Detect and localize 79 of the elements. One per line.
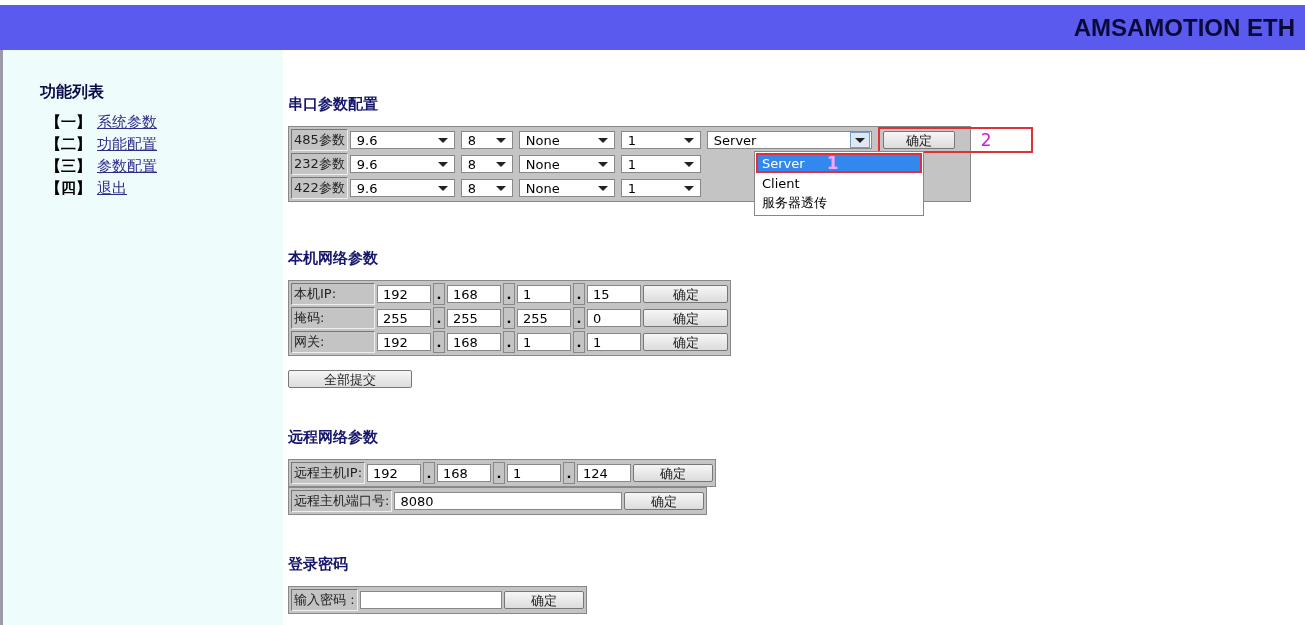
octet-field[interactable]: 0 [587,309,641,327]
section-title: 串口参数配置 [288,95,379,115]
octet-field[interactable]: 1 [587,333,641,351]
confirm-button[interactable]: 确定 [643,309,728,327]
octet-field[interactable]: 1 [507,464,562,482]
data-bits-select[interactable]: 8 [460,179,513,197]
dot-separator: . [496,465,502,481]
stop-bits-select[interactable]: 1 [620,179,701,197]
octet-field[interactable]: 15 [587,285,641,303]
dot-separator: . [576,310,582,326]
row-label: 掩码: [291,307,375,329]
dot-separator: . [436,334,442,350]
password-field[interactable] [359,591,502,609]
dot-separator: . [576,286,582,302]
row-label: 本机IP: [291,283,375,305]
item-index: 【四】 [46,178,91,199]
item-index: 【三】 [46,156,91,177]
submit-all-button[interactable]: 全部提交 [288,370,412,388]
parity-select[interactable]: None [518,155,615,173]
octet-field[interactable]: 255 [517,309,571,327]
octet-field[interactable]: 192 [377,285,431,303]
row-label: 远程主机IP: [291,462,366,484]
section-title: 本机网络参数 [288,249,379,269]
sidebar-link[interactable]: 功能配置 [97,133,157,155]
row-label: 网关: [291,331,375,353]
octet-field[interactable]: 255 [377,309,431,327]
row-label: 远程主机端口号: [291,490,393,512]
confirm-button[interactable]: 确定 [633,464,714,482]
octet-field[interactable]: 168 [437,464,492,482]
baud-select[interactable]: 9.6 [349,155,455,173]
stop-bits-select[interactable]: 1 [620,155,701,173]
confirm-button[interactable]: 确定 [643,333,728,351]
sidebar-link[interactable]: 参数配置 [97,155,157,177]
octet-field[interactable]: 168 [447,333,501,351]
dot-separator: . [436,310,442,326]
row-label: 485参数 [291,129,348,151]
step-number: 1 [826,153,839,173]
octet-field[interactable]: 255 [447,309,501,327]
dot-separator: . [506,334,512,350]
octet-field[interactable]: 192 [367,464,422,482]
baud-select[interactable]: 9.6 [349,179,455,197]
sidebar-title: 功能列表 [40,82,105,103]
port-field[interactable]: 8080 [394,492,623,510]
sidebar-link[interactable]: 退出 [97,177,127,199]
data-bits-select[interactable]: 8 [460,155,513,173]
data-bits-select[interactable]: 8 [460,131,513,149]
confirm-button[interactable]: 确定 [882,131,955,149]
dropdown-option[interactable]: Client [756,173,922,193]
dot-separator: . [506,286,512,302]
dot-separator: . [436,286,442,302]
stop-bits-select[interactable]: 1 [620,131,701,149]
dot-separator: . [576,334,582,350]
app-title: AMSAMOTION ETH [1073,13,1295,42]
mode-select[interactable]: Server [706,131,872,149]
confirm-button[interactable]: 确定 [624,492,705,510]
octet-field[interactable]: 168 [447,285,501,303]
octet-field[interactable]: 192 [377,333,431,351]
row-label: 422参数 [291,177,348,199]
octet-field[interactable]: 1 [517,333,571,351]
confirm-button[interactable]: 确定 [643,285,728,303]
section-title: 远程网络参数 [288,428,379,448]
octet-field[interactable]: 1 [517,285,571,303]
dot-separator: . [426,465,432,481]
row-label: 输入密码 : [291,589,358,611]
step-number: 2 [980,130,992,150]
dropdown-option[interactable]: 服务器透传 [756,193,922,213]
dot-separator: . [566,465,572,481]
confirm-button[interactable]: 确定 [503,591,584,609]
item-index: 【二】 [46,134,91,155]
sidebar-link[interactable]: 系统参数 [97,111,157,133]
dot-separator: . [506,310,512,326]
section-title: 登录密码 [288,555,349,575]
dropdown-option[interactable]: Server 1 [756,153,922,173]
octet-field[interactable]: 124 [577,464,632,482]
item-index: 【一】 [46,112,91,133]
parity-select[interactable]: None [518,179,615,197]
row-label: 232参数 [291,153,348,175]
baud-select[interactable]: 9.6 [349,131,455,149]
parity-select[interactable]: None [518,131,615,149]
